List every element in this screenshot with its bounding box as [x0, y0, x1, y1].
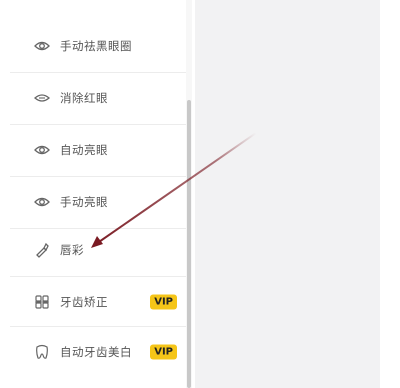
menu-item-label: 手动祛黑眼圈 [60, 39, 132, 53]
menu-item-label: 手动亮眼 [60, 195, 108, 209]
beauty-tools-list: 手动祛黑眼圈 消除红眼 自动亮眼 手动亮眼 唇彩 牙齿矫正 VIP 自动牙齿美白… [10, 0, 192, 388]
vip-badge: VIP [150, 344, 177, 360]
menu-item-manual-brighten-eyes[interactable]: 手动亮眼 [10, 176, 192, 228]
canvas-area [195, 0, 380, 388]
scrollbar-thumb[interactable] [187, 100, 191, 388]
menu-item-manual-dark-circle-removal[interactable]: 手动祛黑眼圈 [10, 20, 192, 72]
menu-item-auto-brighten-eyes[interactable]: 自动亮眼 [10, 124, 192, 176]
eye-icon [32, 192, 52, 212]
eye-icon [32, 140, 52, 160]
menu-item-label: 消除红眼 [60, 91, 108, 105]
braces-icon [32, 292, 52, 312]
menu-item-label: 自动亮眼 [60, 143, 108, 157]
eye-outline-icon [32, 88, 52, 108]
vip-badge: VIP [150, 294, 177, 310]
menu-item-label: 自动牙齿美白 [60, 345, 132, 359]
menu-item-auto-teeth-whitening[interactable]: 自动牙齿美白 VIP [10, 326, 192, 378]
menu-item-teeth-correction[interactable]: 牙齿矫正 VIP [10, 276, 192, 328]
menu-item-red-eye-removal[interactable]: 消除红眼 [10, 72, 192, 124]
menu-item-label: 牙齿矫正 [60, 295, 108, 309]
lip-brush-icon [32, 240, 52, 260]
menu-item-lip-color[interactable]: 唇彩 [10, 224, 192, 276]
tooth-icon [32, 342, 52, 362]
eye-icon [32, 36, 52, 56]
menu-item-label: 唇彩 [60, 243, 84, 257]
